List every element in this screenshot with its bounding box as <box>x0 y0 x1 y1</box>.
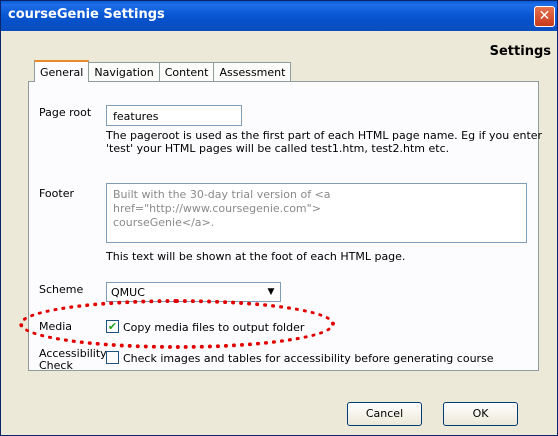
tab-strip: General Navigation Content Assessment <box>34 59 292 82</box>
accessibility-label-line2: Check <box>39 359 73 372</box>
accessibility-checkbox[interactable] <box>106 351 119 364</box>
footer-value-line1: Built with the 30-day trial version of <… <box>113 188 331 215</box>
page-root-label: Page root <box>39 106 92 119</box>
footer-label: Footer <box>39 187 74 200</box>
cancel-button[interactable]: Cancel <box>347 402 422 426</box>
page-root-help-line1: The pageroot is used as the first part o… <box>106 129 543 142</box>
scheme-label: Scheme <box>39 283 84 296</box>
accessibility-check-label: Check images and tables for accessibilit… <box>123 352 494 365</box>
tab-general[interactable]: General <box>34 60 90 82</box>
footer-help: This text will be shown at the foot of e… <box>106 250 406 263</box>
close-button[interactable]: ✕ <box>534 6 555 27</box>
chevron-down-icon[interactable]: ▼ <box>263 284 279 300</box>
footer-textarea[interactable]: Built with the 30-day trial version of <… <box>106 183 527 243</box>
scheme-selected-value: QMUC <box>111 286 145 299</box>
ok-button[interactable]: OK <box>443 402 518 426</box>
settings-dialog: courseGenie Settings ✕ Settings General … <box>0 0 558 436</box>
settings-heading: Settings <box>489 44 551 59</box>
media-highlight-annotation <box>19 299 335 349</box>
tab-content[interactable]: Content <box>158 62 215 81</box>
window-title: courseGenie Settings <box>8 7 165 22</box>
close-icon: ✕ <box>538 8 551 24</box>
page-root-value: features <box>113 110 159 123</box>
title-bar[interactable]: courseGenie Settings ✕ <box>1 1 557 31</box>
page-root-input[interactable]: features <box>106 105 242 126</box>
tab-assessment[interactable]: Assessment <box>213 62 292 81</box>
page-root-help-line2: 'test' your HTML pages will be called te… <box>106 142 450 155</box>
tab-navigation[interactable]: Navigation <box>88 62 160 81</box>
footer-value-line2: courseGenie</a>. <box>113 216 215 229</box>
